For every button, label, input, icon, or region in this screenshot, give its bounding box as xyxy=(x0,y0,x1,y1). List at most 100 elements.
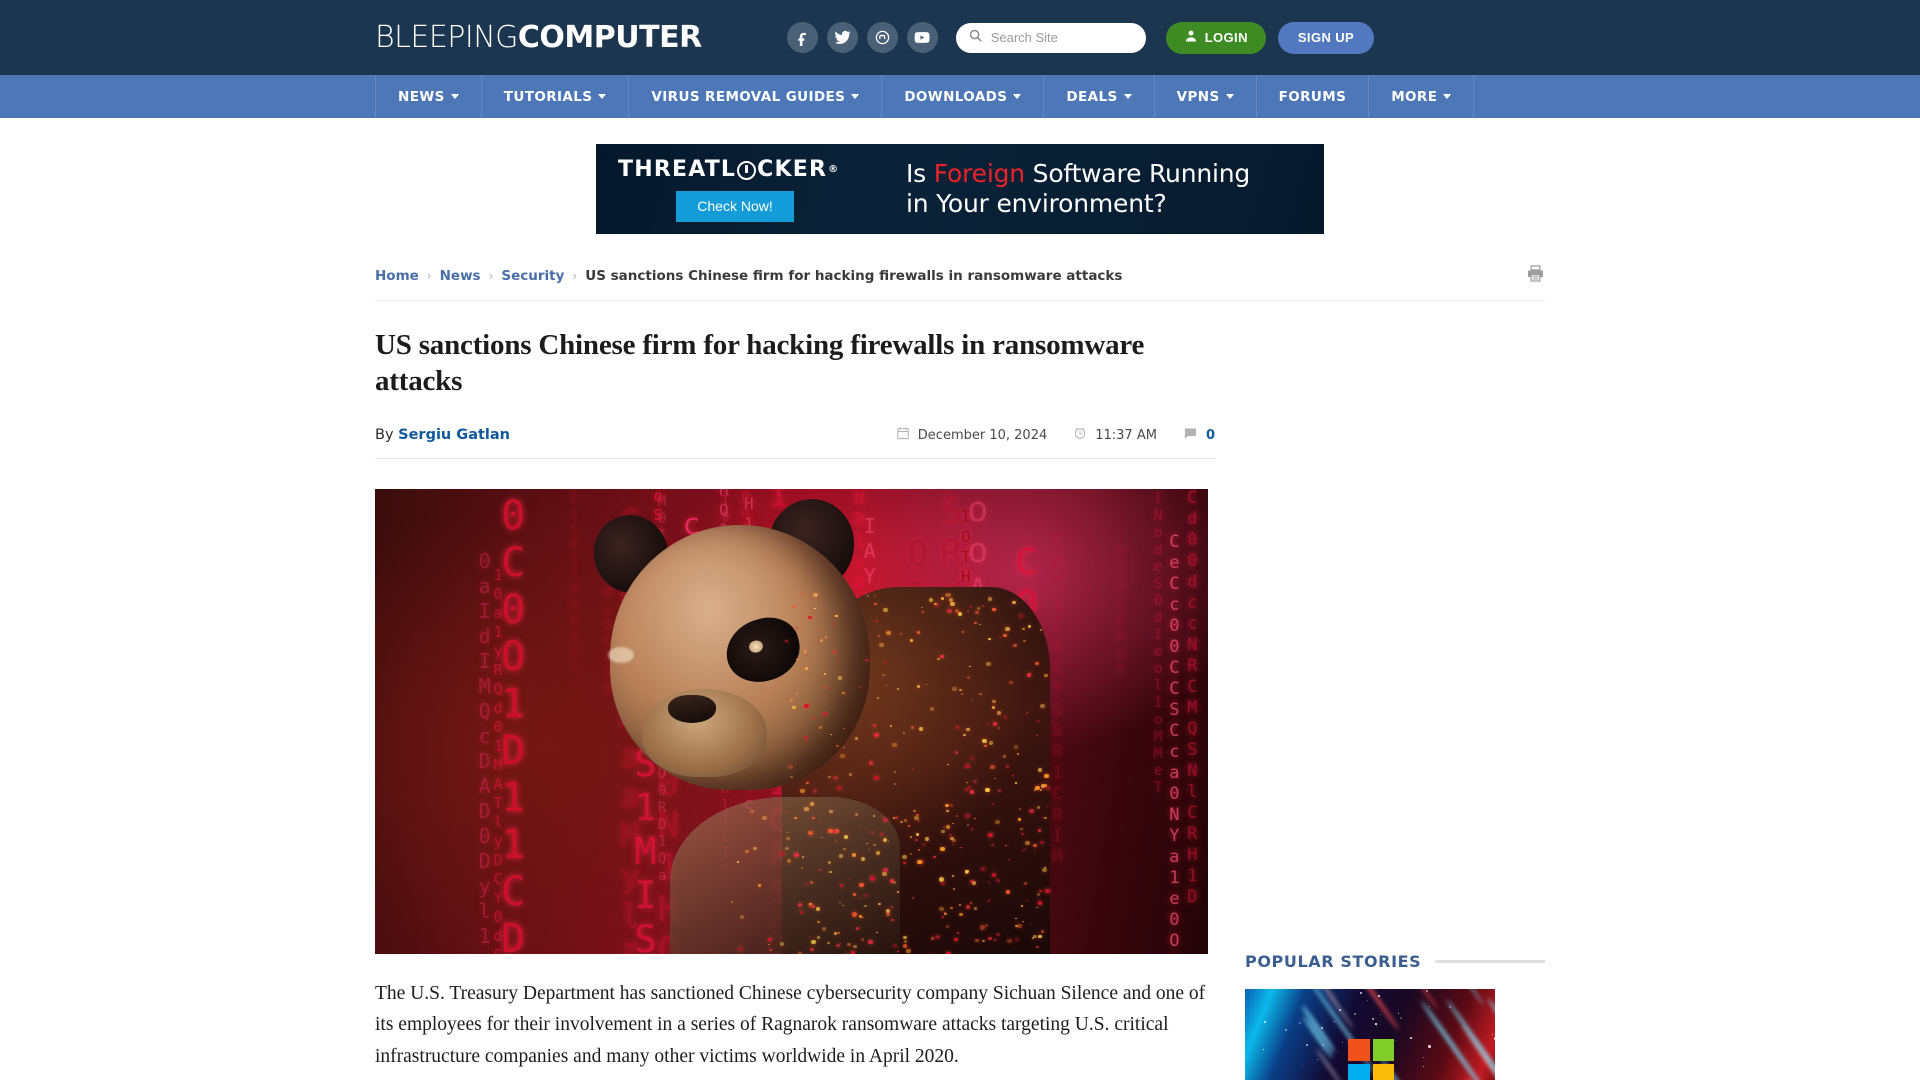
breadcrumb-item-2[interactable]: News xyxy=(440,268,481,284)
ad-headline-line1: Is Foreign Software Running xyxy=(906,159,1250,190)
ad-check-now-button[interactable]: Check Now! xyxy=(676,190,794,222)
sparkle-dot xyxy=(1449,1006,1451,1008)
panda-pixel-dot xyxy=(790,698,794,702)
panda-pixel-dot xyxy=(1008,858,1010,861)
signup-button[interactable]: SIGN UP xyxy=(1277,21,1375,54)
author-link[interactable]: Sergiu Gatlan xyxy=(398,427,510,443)
panda-pixel-dot xyxy=(842,904,844,907)
nav-item-virus-removal-guides[interactable]: VIRUS REMOVAL GUIDES xyxy=(629,75,883,118)
panda-pixel-dot xyxy=(790,775,793,779)
panda-pixel-dot xyxy=(919,726,924,731)
panda-pixel-dot xyxy=(929,597,933,602)
ad-logo-pre: THREATL xyxy=(618,156,737,182)
article-paragraph-1: The U.S. Treasury Department has sanctio… xyxy=(375,982,1206,1067)
breadcrumb-item-3[interactable]: Security xyxy=(501,268,564,284)
ms-square-blue xyxy=(1348,1063,1370,1080)
panda-pixel-dot xyxy=(915,838,918,841)
panda-pixel-dot xyxy=(873,723,877,727)
power-lock-icon xyxy=(737,160,757,180)
panda-pixel-dot xyxy=(952,874,955,877)
youtube-icon[interactable] xyxy=(906,22,938,53)
calendar-icon xyxy=(896,426,910,444)
panda-pixel-dot xyxy=(952,686,957,692)
brand-text-light: BLEEPING xyxy=(375,19,518,55)
panda-pixel-dot xyxy=(970,605,972,608)
panda-pixel-dot xyxy=(992,802,995,805)
panda-pixel-dot xyxy=(897,890,900,893)
nav-item-tutorials[interactable]: TUTORIALS xyxy=(482,75,630,118)
panda-pixel-dot xyxy=(859,686,861,689)
ad-line1-a: Is xyxy=(906,158,934,188)
nav-item-deals[interactable]: DEALS xyxy=(1044,75,1155,118)
main-navigation: NEWS TUTORIALS VIRUS REMOVAL GUIDES DOWNLOA… xyxy=(0,75,1920,118)
panda-pixel-dot xyxy=(861,937,865,941)
panda-pixel-dot xyxy=(829,809,833,814)
panda-pixel-dot xyxy=(880,832,883,835)
comments-count[interactable]: 0 xyxy=(1183,426,1215,445)
search-input[interactable] xyxy=(990,30,1134,45)
threatlocker-logo: THREATL CKER ® xyxy=(618,157,906,182)
login-button[interactable]: LOGIN xyxy=(1165,21,1266,54)
panda-pixel-dot xyxy=(992,699,996,704)
panda-pixel-dot xyxy=(922,842,926,846)
publish-date: December 10, 2024 xyxy=(896,426,1047,444)
chevron-down-icon xyxy=(1225,94,1234,99)
panda-pixel-dot xyxy=(893,943,897,948)
printer-icon[interactable] xyxy=(1526,264,1545,288)
breadcrumb-item-1[interactable]: Home xyxy=(375,268,419,284)
search-box[interactable] xyxy=(955,22,1146,53)
panda-pixel-dot xyxy=(800,910,804,914)
nav-item-forums[interactable]: FORUMS xyxy=(1257,75,1370,118)
panda-pixel-dot xyxy=(967,823,970,826)
panda-pixel-dot xyxy=(980,924,985,930)
nav-item-more[interactable]: MORE xyxy=(1369,75,1475,118)
panda-pixel-dot xyxy=(910,638,914,642)
panda-pixel-dot xyxy=(855,812,858,816)
panda-pixel-dot xyxy=(787,858,792,863)
panda-pixel-dot xyxy=(992,872,997,877)
panda-pixel-dot xyxy=(957,931,960,934)
sparkle-dot xyxy=(1264,1021,1266,1023)
sparkle-dot xyxy=(1350,1033,1351,1034)
facebook-icon[interactable] xyxy=(786,22,818,53)
panda-pixel-dot xyxy=(973,779,977,784)
panda-pixel-dot xyxy=(1021,832,1024,836)
panda-pixel-dot xyxy=(965,869,969,874)
panda-pixel-dot xyxy=(844,834,849,839)
panda-pixel-dot xyxy=(950,906,953,910)
panda-pixel-dot xyxy=(906,948,911,953)
sparkle-dot xyxy=(1372,1018,1374,1020)
panda-pixel-dot xyxy=(985,923,989,927)
nav-item-news[interactable]: NEWS xyxy=(376,75,482,118)
nav-item-vpns[interactable]: VPNS xyxy=(1155,75,1257,118)
panda-pixel-dot xyxy=(843,727,845,730)
panda-pixel-dot xyxy=(890,724,892,727)
panda-pixel-dot xyxy=(848,878,850,881)
panda-pixel-dot xyxy=(1038,767,1043,772)
panda-pixel-dot xyxy=(999,636,1001,639)
panda-pixel-dot xyxy=(874,775,879,781)
panda-pixel-dot xyxy=(952,843,954,846)
panda-pixel-dot xyxy=(982,939,985,943)
panda-pixel-dot xyxy=(833,775,838,781)
brand-text-bold: COMPUTER xyxy=(517,19,702,55)
panda-pixel-dot xyxy=(1003,633,1007,638)
chevron-down-icon xyxy=(1013,94,1022,99)
panda-pixel-dot xyxy=(852,911,857,917)
panda-pixel-dot xyxy=(861,856,866,861)
search-icon xyxy=(968,28,983,48)
panda-pixel-dot xyxy=(859,882,864,888)
byline-meta: December 10, 2024 11:37 AM 0 xyxy=(896,426,1215,445)
popular-stories-title: POPULAR STORIES xyxy=(1245,952,1422,971)
panda-pixel-dot xyxy=(988,832,993,838)
mastodon-icon[interactable] xyxy=(866,22,898,53)
twitter-icon[interactable] xyxy=(826,22,858,53)
popular-story-thumbnail[interactable] xyxy=(1245,989,1495,1080)
ad-left-panel: THREATL CKER ® Check Now! xyxy=(596,157,906,222)
site-logo[interactable]: BLEEPINGCOMPUTER xyxy=(375,19,702,55)
chevron-down-icon xyxy=(851,94,860,99)
panda-pixel-dot xyxy=(852,852,856,857)
nav-item-downloads[interactable]: DOWNLOADS xyxy=(882,75,1045,118)
threatlocker-ad[interactable]: THREATL CKER ® Check Now! Is Foreign Softw… xyxy=(596,144,1324,234)
by-prefix: By xyxy=(375,427,399,443)
